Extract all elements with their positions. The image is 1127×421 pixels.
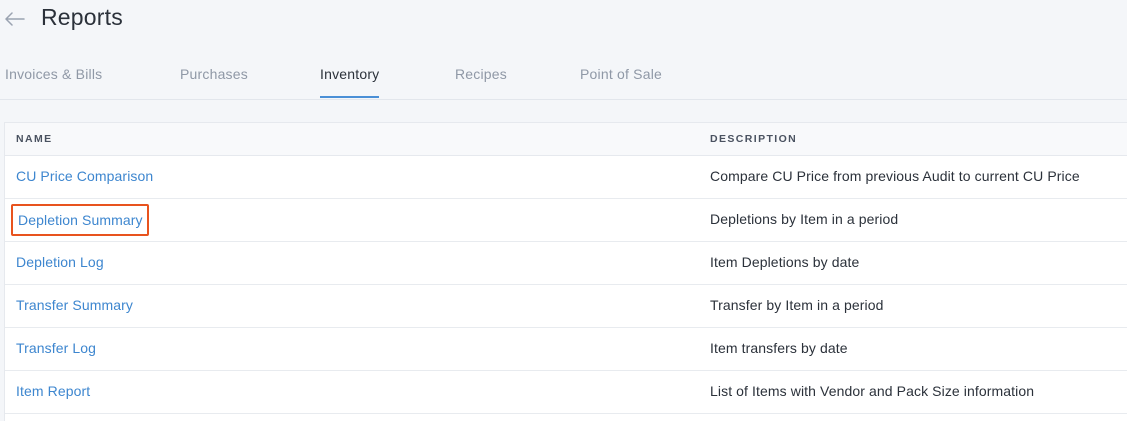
page-header: Reports [0,0,1127,44]
column-header-name: NAME [16,133,53,145]
tab-inventory[interactable]: Inventory [320,66,380,98]
report-tabs: Invoices & Bills Purchases Inventory Rec… [0,54,1127,100]
report-description: List of Items with Vendor and Pack Size … [710,383,1035,399]
report-link-transfer-log[interactable]: Transfer Log [16,340,96,356]
report-description: Depletions by Item in a period [710,211,899,227]
table-row: Transfer Log Item transfers by date [5,328,1127,371]
table-row: CU Price Comparison Compare CU Price fro… [5,156,1127,199]
report-link-depletion-summary[interactable]: Depletion Summary [11,204,149,236]
report-description: Transfer by Item in a period [710,297,884,313]
table-row: Depletion Summary Depletions by Item in … [5,199,1127,242]
tab-point-of-sale[interactable]: Point of Sale [580,66,662,96]
table-row: Item Report List of Items with Vendor an… [5,371,1127,414]
report-description: Item Depletions by date [710,254,860,270]
report-link-item-report[interactable]: Item Report [16,383,90,399]
report-description: Compare CU Price from previous Audit to … [710,168,1080,184]
table-row: Transfer Summary Transfer by Item in a p… [5,285,1127,328]
tab-purchases[interactable]: Purchases [180,66,248,96]
report-link-depletion-log[interactable]: Depletion Log [16,254,104,270]
report-link-transfer-summary[interactable]: Transfer Summary [16,297,133,313]
tab-recipes[interactable]: Recipes [455,66,507,96]
table-row: Depletion Log Item Depletions by date [5,242,1127,285]
tab-invoices-bills[interactable]: Invoices & Bills [5,66,102,96]
report-link-cu-price-comparison[interactable]: CU Price Comparison [16,168,153,184]
column-header-description: DESCRIPTION [710,133,798,145]
table-header: NAME DESCRIPTION [5,123,1127,156]
reports-table: NAME DESCRIPTION CU Price Comparison Com… [4,122,1127,421]
back-arrow-icon[interactable] [4,6,26,32]
report-description: Item transfers by date [710,340,848,356]
page-title: Reports [41,4,123,30]
